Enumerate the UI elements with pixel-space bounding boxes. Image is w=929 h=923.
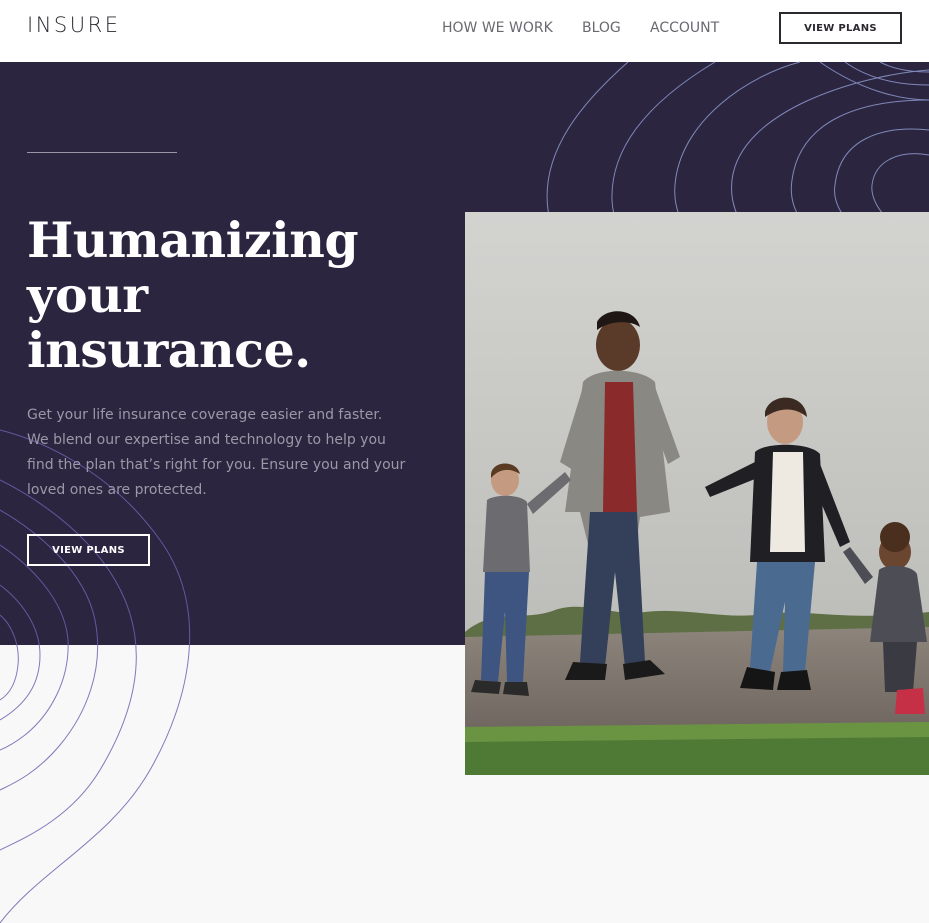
hero-view-plans-button[interactable]: VIEW PLANS [27,534,150,566]
family-walking-illustration [465,212,929,775]
hero-title-line-1: Humanizing [27,211,359,269]
logo[interactable]: INSURE [27,13,120,37]
hero-title: Humanizing your insurance. [27,213,427,378]
hero-description: Get your life insurance coverage easier … [27,407,406,498]
site-header: INSURE HOW WE WORK BLOG ACCOUNT VIEW PLA… [0,0,929,62]
hero-title-line-3: insurance. [27,321,311,379]
page: INSURE HOW WE WORK BLOG ACCOUNT VIEW PLA… [0,0,929,923]
nav-blog[interactable]: BLOG [582,19,621,37]
header-view-plans-button[interactable]: VIEW PLANS [779,12,902,44]
family-walking-photo [465,212,929,775]
nav-how-we-work[interactable]: HOW WE WORK [442,19,553,37]
hero-title-line-2: your [27,266,148,324]
hero-divider [27,152,177,153]
nav-account[interactable]: ACCOUNT [650,19,719,37]
